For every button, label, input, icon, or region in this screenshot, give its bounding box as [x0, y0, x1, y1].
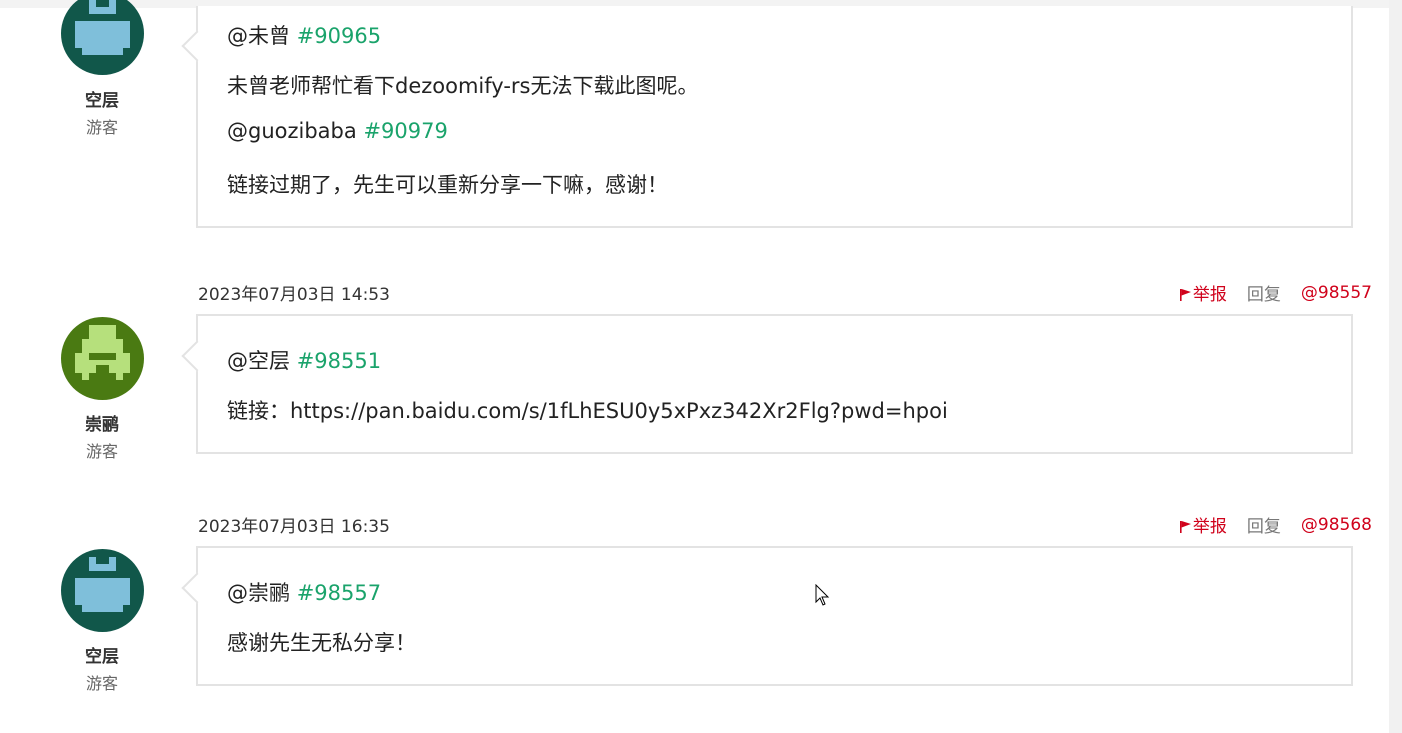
- comment-timestamp: 2023年07月03日 16:35: [198, 517, 390, 537]
- mouse-cursor-icon: [815, 584, 830, 606]
- comment-body: @未曾 #90965 未曾老师帮忙看下dezoomify-rs无法下载此图呢。 …: [181, 6, 1353, 228]
- flag-icon: [1179, 521, 1191, 533]
- report-button[interactable]: 举报: [1179, 512, 1227, 537]
- author-name[interactable]: 空层: [52, 86, 152, 111]
- mention-link[interactable]: @guozibaba: [227, 119, 357, 143]
- user-avatar[interactable]: [61, 317, 144, 400]
- reply-button[interactable]: 回复: [1247, 512, 1281, 537]
- reply-reference: @guozibaba #90979: [227, 119, 448, 143]
- speech-arrow: [181, 572, 213, 604]
- user-avatar[interactable]: [61, 549, 144, 632]
- comment-timestamp: 2023年07月03日 14:53: [198, 285, 390, 305]
- author-role: 游客: [85, 674, 118, 693]
- comment-id-link[interactable]: @98557: [1301, 283, 1372, 303]
- author-role: 游客: [85, 442, 118, 461]
- comment-page: 空层 游客 @未曾 #90965 未曾老师帮忙看下dezoomify-rs无法下…: [0, 0, 1402, 733]
- comment-text[interactable]: 链接：https://pan.baidu.com/s/1fLhESU0y5xPx…: [227, 395, 948, 425]
- comment-ref-link[interactable]: #98551: [297, 349, 381, 373]
- comment-text: 感谢先生无私分享！: [227, 631, 416, 655]
- comment-actions: 举报 回复 @98557: [1179, 280, 1372, 305]
- report-label: 举报: [1192, 517, 1227, 537]
- speech-arrow: [181, 340, 213, 372]
- comment-body: @崇鹂 #98557 感谢先生无私分享！: [181, 546, 1353, 686]
- mention-link[interactable]: @崇鹂: [227, 581, 290, 605]
- mention-link[interactable]: @空层: [227, 349, 290, 373]
- comment-ref-link[interactable]: #90979: [363, 119, 447, 143]
- comment-text: 链接过期了，先生可以重新分享一下嘛，感谢！: [227, 173, 668, 197]
- pixel-avatar-teal-icon: [61, 549, 144, 632]
- mention-link[interactable]: @未曾: [227, 24, 290, 48]
- comment-body: @空层 #98551 链接：https://pan.baidu.com/s/1f…: [181, 314, 1353, 454]
- author-role: 游客: [85, 118, 118, 137]
- author-name[interactable]: 崇鹂: [52, 410, 152, 435]
- comment-id-link[interactable]: @98568: [1301, 515, 1372, 535]
- report-label: 举报: [1192, 285, 1227, 305]
- flag-icon: [1179, 289, 1191, 301]
- reply-button[interactable]: 回复: [1247, 280, 1281, 305]
- comment-ref-link[interactable]: #90965: [297, 24, 381, 48]
- author-name[interactable]: 空层: [52, 642, 152, 667]
- reply-reference: @崇鹂 #98557: [227, 577, 381, 607]
- comment-ref-link[interactable]: #98557: [297, 581, 381, 605]
- speech-arrow: [181, 30, 213, 62]
- scrollbar[interactable]: [1389, 0, 1402, 733]
- report-button[interactable]: 举报: [1179, 280, 1227, 305]
- comment-actions: 举报 回复 @98568: [1179, 512, 1372, 537]
- reply-reference: @未曾 #90965: [227, 20, 381, 50]
- reply-reference: @空层 #98551: [227, 345, 381, 375]
- pixel-avatar-green-icon: [61, 317, 144, 400]
- pixel-avatar-teal-icon: [61, 0, 144, 75]
- user-avatar[interactable]: [61, 0, 144, 75]
- comment-text: 未曾老师帮忙看下dezoomify-rs无法下载此图呢。: [227, 74, 699, 98]
